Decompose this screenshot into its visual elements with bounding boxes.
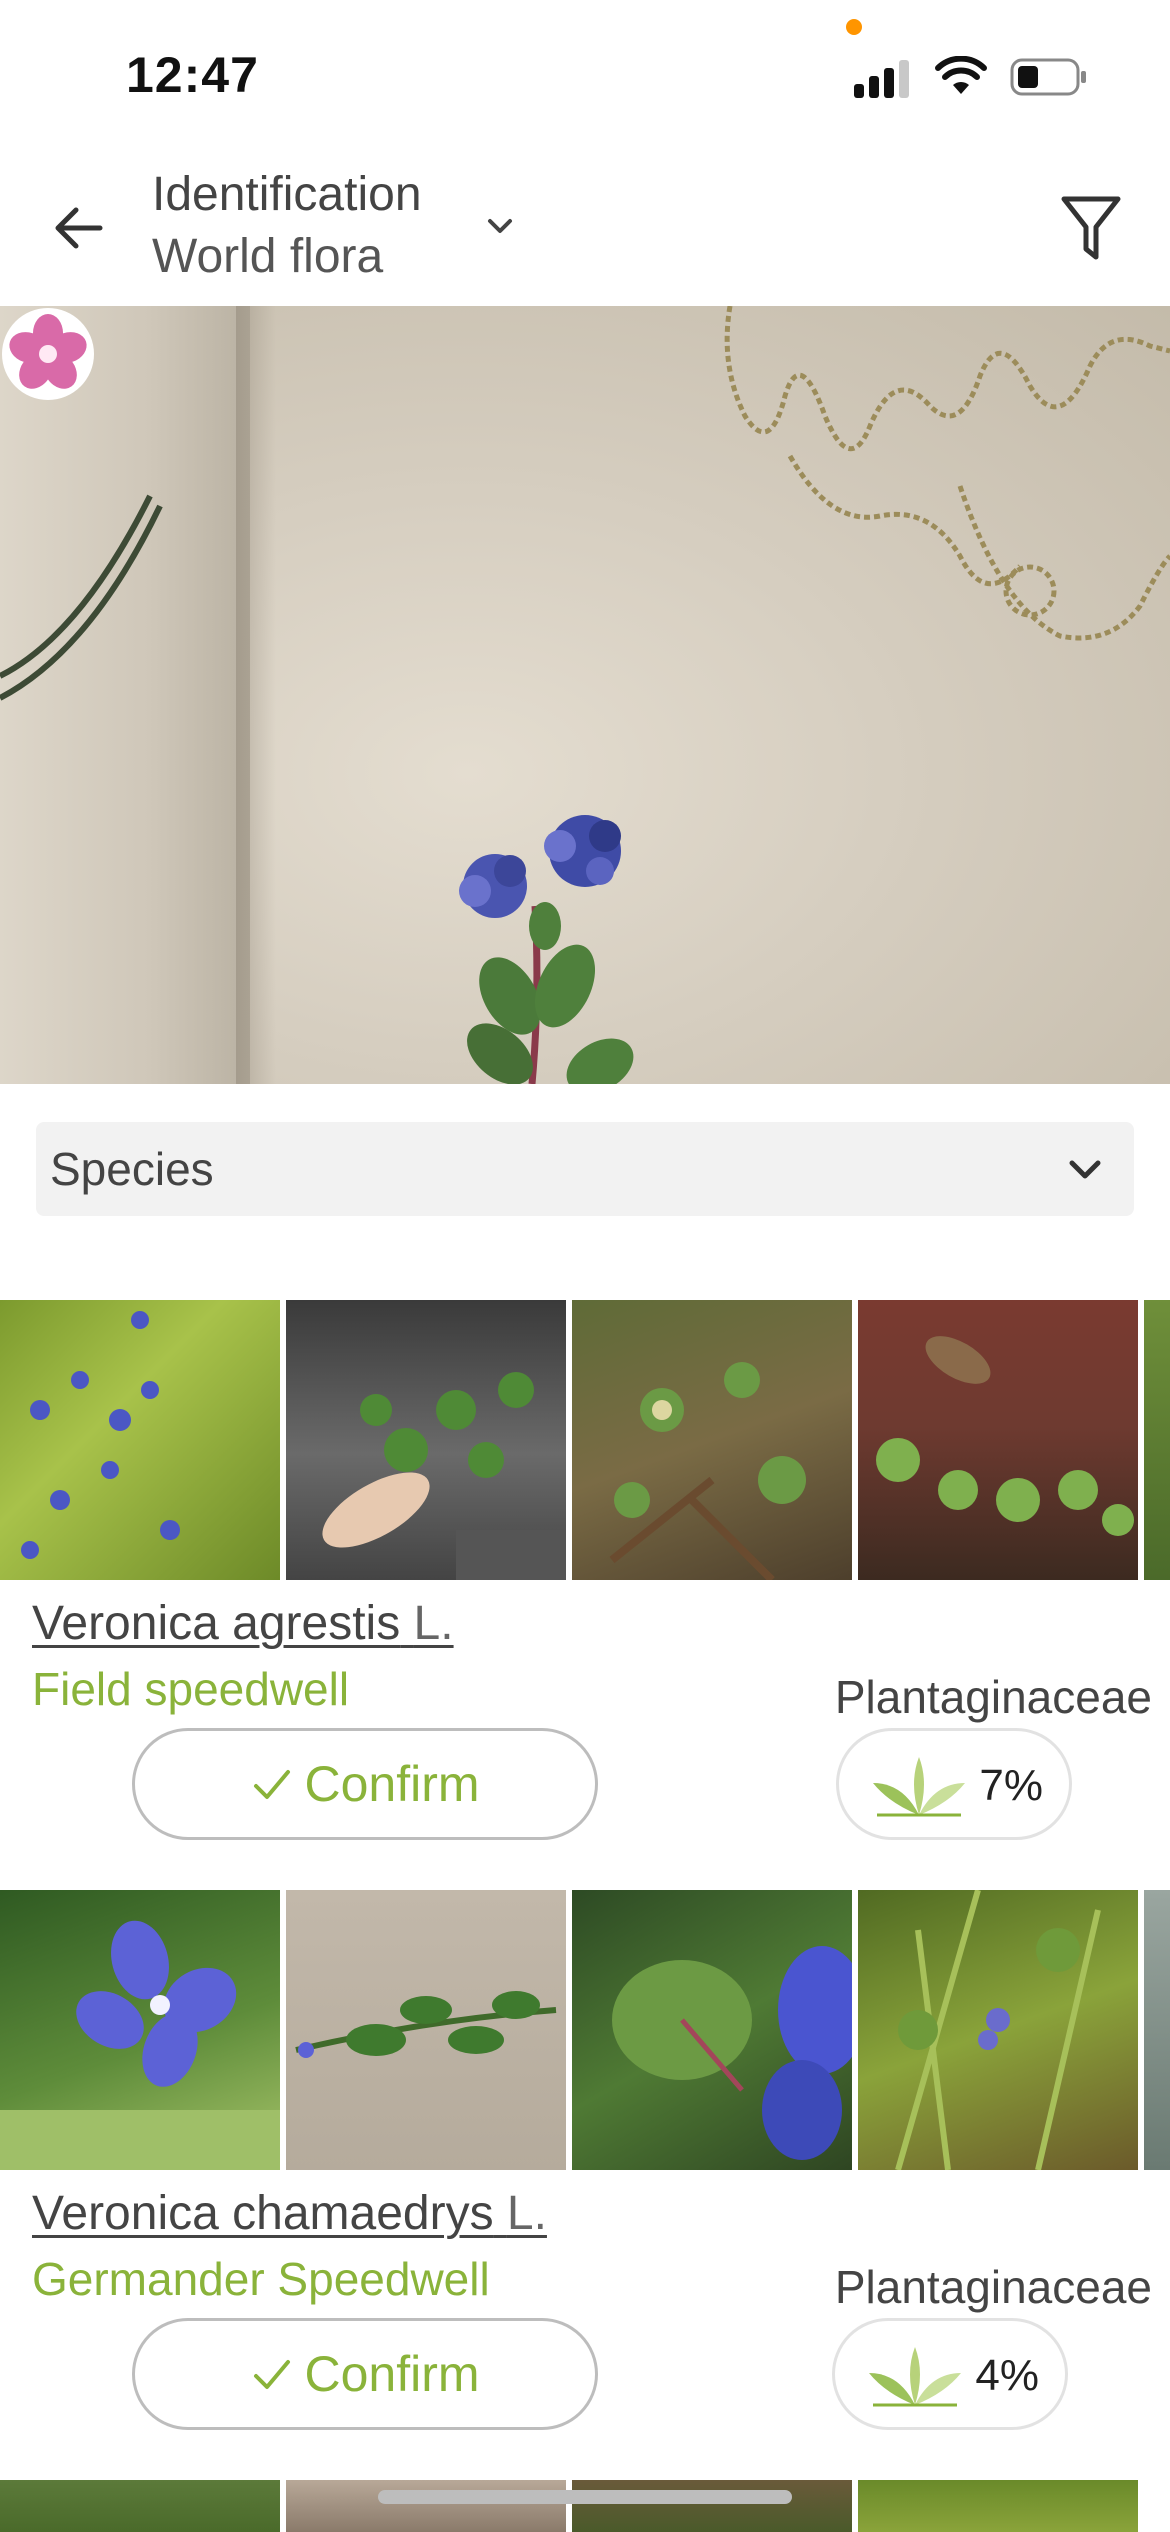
cellular-signal-icon bbox=[854, 58, 914, 98]
score-value: 4% bbox=[975, 2351, 1039, 2400]
confirm-button[interactable]: Confirm bbox=[132, 2318, 598, 2430]
family-name: Plantaginaceae bbox=[834, 2261, 1152, 2313]
score-value: 7% bbox=[979, 1761, 1043, 1810]
result-image[interactable] bbox=[572, 2480, 852, 2532]
confirm-button[interactable]: Confirm bbox=[132, 1728, 598, 1840]
embroidery-drawing bbox=[0, 306, 1170, 1084]
battery-icon bbox=[1010, 58, 1086, 96]
score-badge[interactable]: 4% bbox=[832, 2318, 1068, 2430]
identification-screen: 12:47 Identification World flora Species… bbox=[0, 0, 1170, 2532]
result-image[interactable] bbox=[572, 1890, 852, 2170]
scientific-name-link[interactable]: Veronica agrestis L. bbox=[32, 1596, 454, 1651]
score-badge[interactable]: 7% bbox=[836, 1728, 1072, 1840]
result-images[interactable] bbox=[0, 1890, 1170, 2170]
status-time: 12:47 bbox=[126, 47, 259, 103]
result-image[interactable] bbox=[286, 1300, 566, 1580]
page-title: Identification bbox=[152, 168, 422, 221]
arrow-left-icon bbox=[55, 207, 103, 249]
filter-icon bbox=[1061, 196, 1121, 260]
scientific-name-link[interactable]: Veronica chamaedrys L. bbox=[32, 2186, 547, 2241]
result-image[interactable] bbox=[286, 1890, 566, 2170]
app-header: Identification World flora bbox=[0, 150, 1170, 306]
filter-button[interactable] bbox=[1054, 186, 1128, 270]
result-image[interactable] bbox=[858, 1890, 1138, 2170]
check-icon bbox=[254, 1770, 291, 1799]
result-image[interactable] bbox=[1144, 1300, 1170, 1580]
taxon-level-select[interactable]: Species bbox=[36, 1122, 1134, 1216]
result-image[interactable] bbox=[0, 1300, 280, 1580]
result-image[interactable] bbox=[1144, 1890, 1170, 2170]
result-images[interactable] bbox=[0, 1300, 1170, 1580]
result-card[interactable]: Veronica agrestis L. Field speedwell Pla… bbox=[0, 1300, 1170, 1860]
result-image[interactable] bbox=[0, 1890, 280, 2170]
check-icon bbox=[254, 2360, 291, 2389]
result-card[interactable]: Veronica chamaedrys L. Germander Speedwe… bbox=[0, 1890, 1170, 2450]
result-image[interactable] bbox=[0, 2480, 280, 2532]
family-name: Plantaginaceae bbox=[834, 1671, 1152, 1723]
confirm-label: Confirm bbox=[304, 1756, 480, 1812]
status-bar: 12:47 bbox=[0, 0, 1170, 150]
common-name: Field speedwell bbox=[32, 1663, 350, 1715]
wifi-icon bbox=[935, 56, 987, 94]
result-image[interactable] bbox=[858, 1300, 1138, 1580]
flora-name: World flora bbox=[152, 230, 384, 283]
confirm-label: Confirm bbox=[304, 2346, 480, 2402]
taxon-level-value: Species bbox=[50, 1143, 214, 1195]
query-photo[interactable] bbox=[0, 306, 1170, 1084]
common-name: Germander Speedwell bbox=[32, 2253, 490, 2305]
chevron-down-icon bbox=[1069, 1160, 1101, 1179]
home-indicator[interactable] bbox=[378, 2490, 792, 2504]
leaf-icon bbox=[873, 1757, 965, 1817]
leaf-icon bbox=[869, 2347, 961, 2407]
plantnet-flower-icon bbox=[2, 308, 94, 400]
back-button[interactable] bbox=[40, 190, 116, 266]
flora-selector[interactable]: Identification World flora bbox=[152, 164, 422, 288]
result-image[interactable] bbox=[286, 2480, 566, 2532]
result-image[interactable] bbox=[572, 1300, 852, 1580]
result-images[interactable] bbox=[0, 2480, 1170, 2532]
chevron-down-icon[interactable] bbox=[478, 204, 522, 248]
privacy-indicator-dot bbox=[846, 19, 862, 35]
result-image[interactable] bbox=[858, 2480, 1138, 2532]
